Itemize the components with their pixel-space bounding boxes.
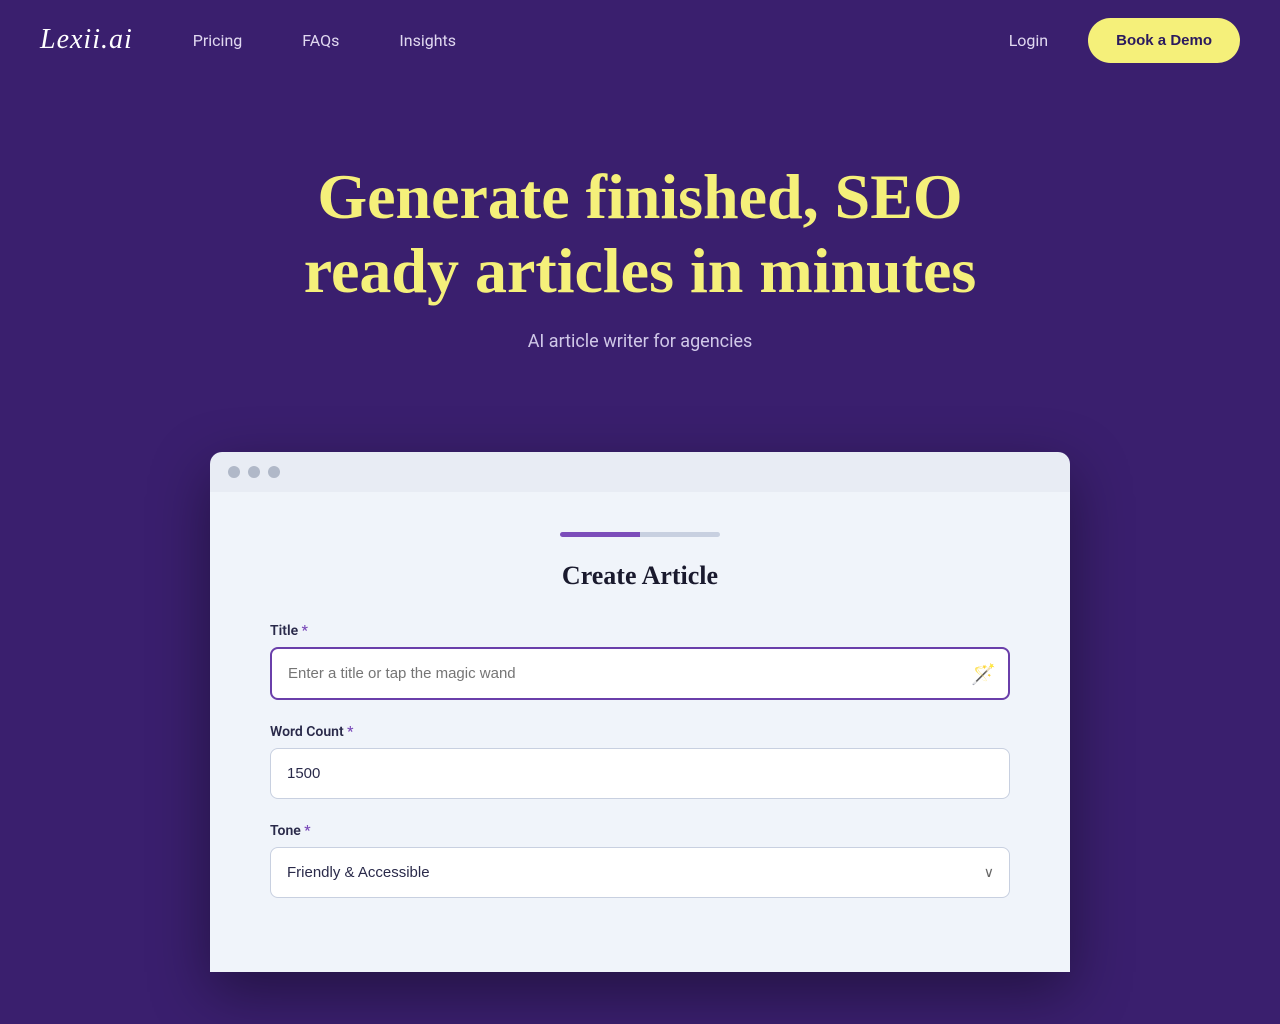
progress-step-2: [640, 532, 720, 537]
logo-text: Lexii.ai: [40, 24, 133, 55]
nav-faqs[interactable]: FAQs: [302, 31, 339, 50]
app-window: Create Article Title * 🪄 Word Count *: [210, 452, 1070, 972]
magic-wand-icon[interactable]: 🪄: [971, 662, 996, 686]
hero-subtitle: AI article writer for agencies: [528, 331, 753, 352]
tone-select-wrapper: Friendly & Accessible Professional Casua…: [270, 847, 1010, 898]
hero-title: Generate finished, SEO ready articles in…: [240, 160, 1040, 307]
word-count-field-group: Word Count *: [270, 724, 1010, 799]
title-field-group: Title * 🪄: [270, 623, 1010, 700]
login-link[interactable]: Login: [1009, 31, 1048, 50]
window-dot-1: [228, 466, 240, 478]
nav-links: Pricing FAQs Insights: [193, 31, 1009, 50]
nav-pricing[interactable]: Pricing: [193, 31, 243, 50]
navbar: Lexii.ai Pricing FAQs Insights Login Boo…: [0, 0, 1280, 80]
logo[interactable]: Lexii.ai: [40, 24, 133, 56]
tone-label: Tone *: [270, 823, 1010, 839]
hero-section: Generate finished, SEO ready articles in…: [0, 80, 1280, 412]
app-preview-wrapper: Create Article Title * 🪄 Word Count *: [0, 412, 1280, 972]
book-demo-button[interactable]: Book a Demo: [1088, 18, 1240, 63]
nav-insights[interactable]: Insights: [399, 31, 456, 50]
progress-bar: [270, 532, 1010, 537]
window-dot-3: [268, 466, 280, 478]
title-label: Title *: [270, 623, 1010, 639]
progress-step-1: [560, 532, 640, 537]
nav-right: Login Book a Demo: [1009, 18, 1240, 63]
tone-select[interactable]: Friendly & Accessible Professional Casua…: [270, 847, 1010, 898]
title-input[interactable]: [270, 647, 1010, 700]
window-dot-2: [248, 466, 260, 478]
window-titlebar: [210, 452, 1070, 492]
word-count-input[interactable]: [270, 748, 1010, 799]
window-body: Create Article Title * 🪄 Word Count *: [210, 492, 1070, 972]
form-title: Create Article: [270, 561, 1010, 591]
word-count-label: Word Count *: [270, 724, 1010, 740]
title-input-wrapper: 🪄: [270, 647, 1010, 700]
tone-field-group: Tone * Friendly & Accessible Professiona…: [270, 823, 1010, 898]
